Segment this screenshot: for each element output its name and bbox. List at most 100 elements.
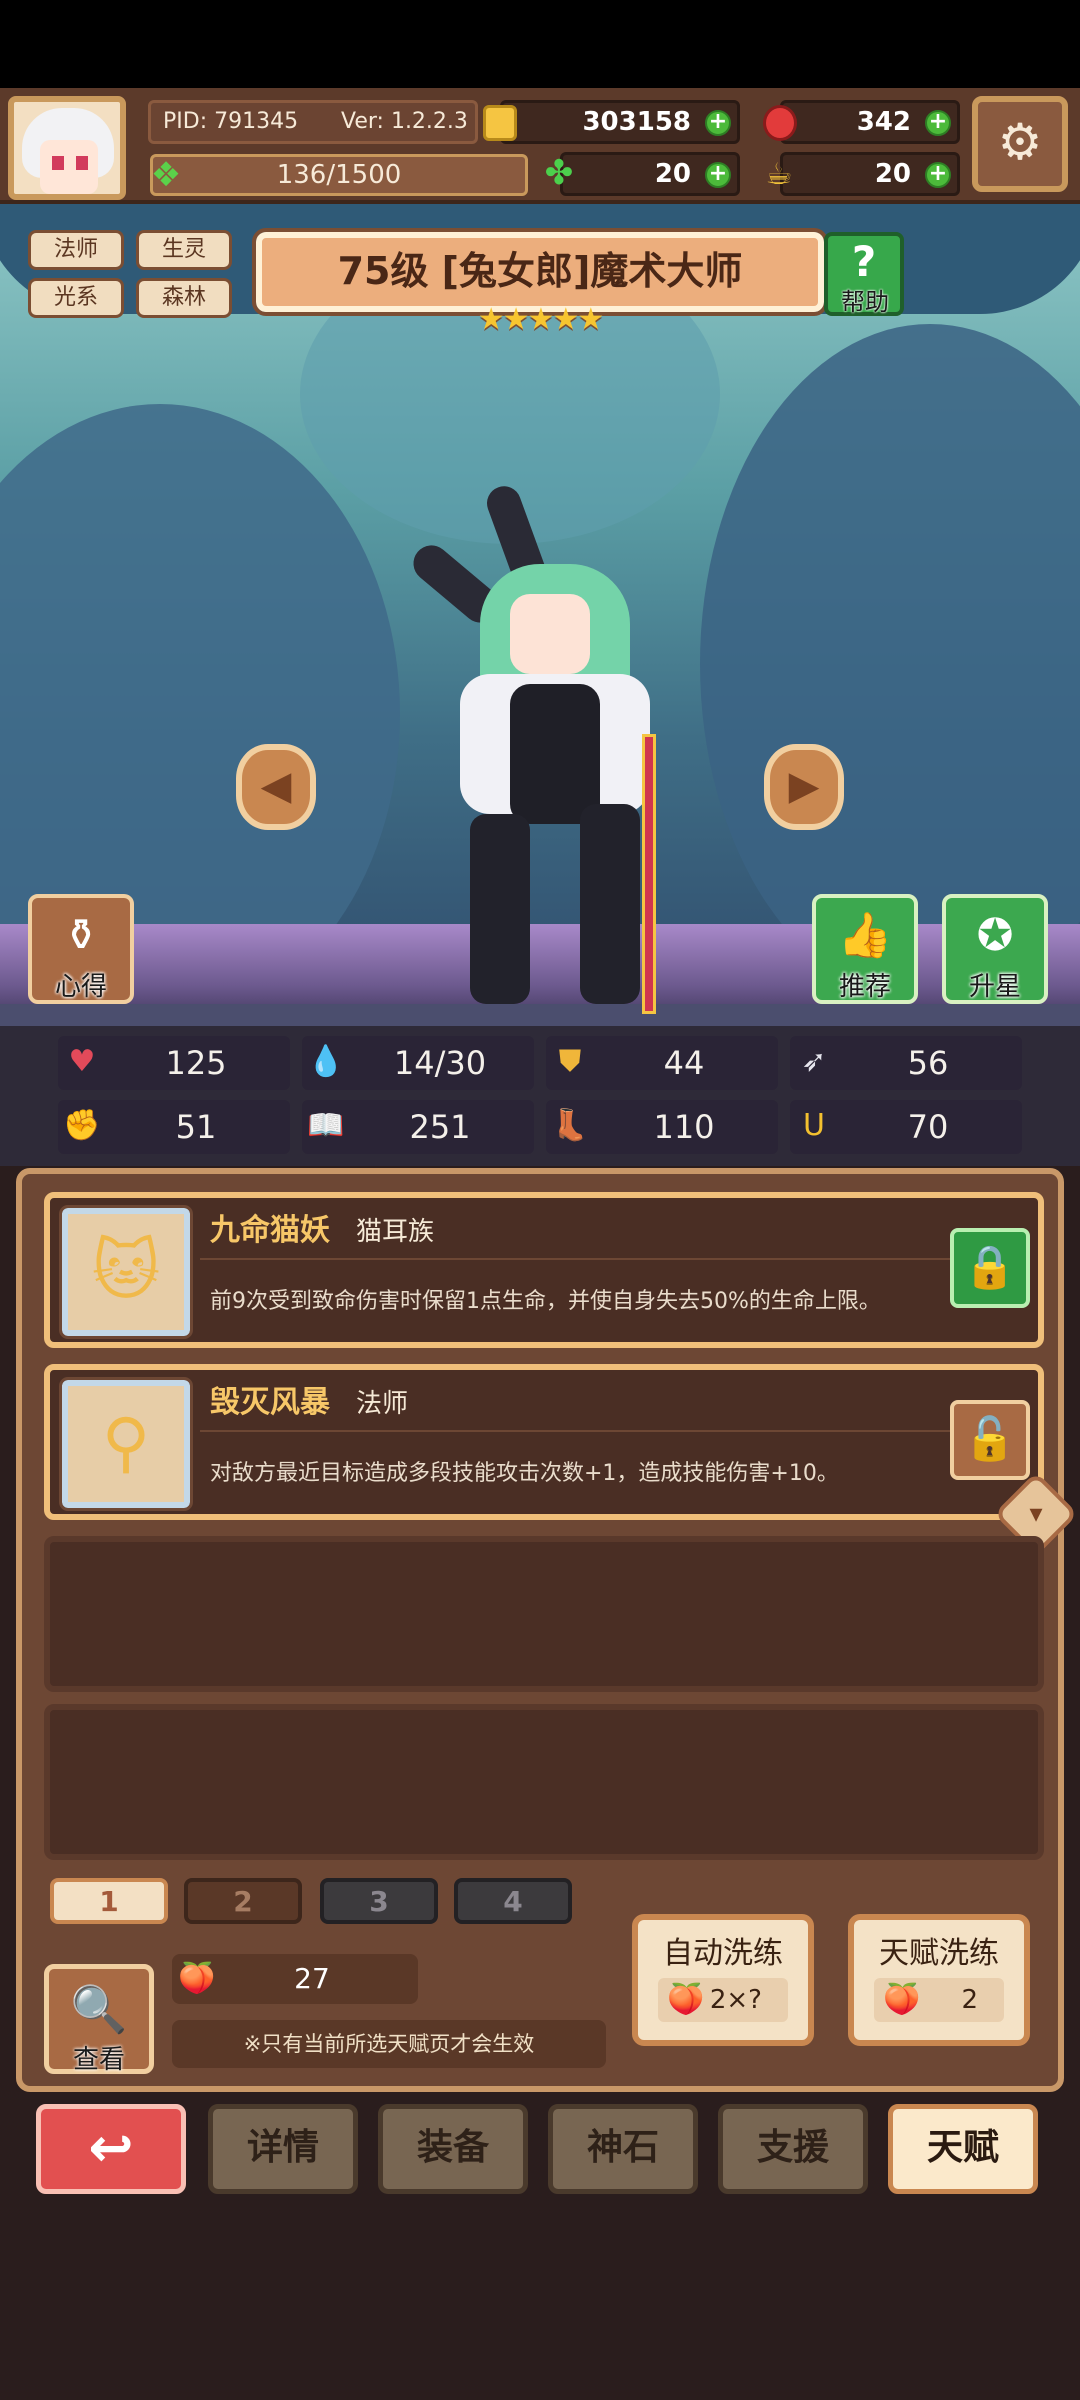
nav-equipment[interactable]: 装备 [378,2104,528,2194]
nav-talent[interactable]: 天赋 [888,2104,1038,2194]
back-button[interactable]: ↩ [36,2104,186,2194]
hero-face [510,594,590,674]
talent-icon-frame: ⚲ [59,1377,193,1511]
hero-leg-right [580,804,640,1004]
xinde-label: 心得 [54,972,107,1002]
wand-icon: ⚲ [101,1404,151,1481]
clover-counter: ✤ 20 + [545,152,740,196]
stat-evasion: ➶ 56 [790,1036,1022,1090]
stat-mana: 💧 14/30 [302,1036,534,1090]
prev-hero-button[interactable]: ◀ [236,744,316,830]
stat-value: 251 [409,1108,471,1146]
add-gem-button[interactable]: + [925,110,951,136]
talent-page-tab-2[interactable]: 2 [184,1878,302,1924]
auto-refine-button[interactable]: 自动洗练 🍑 2×? [632,1914,814,2046]
talent-refine-cost: 🍑 2 [874,1978,1004,2022]
clover-value: 20 [654,159,691,189]
talent-name: 毁灭风暴 [210,1385,330,1420]
star-up-button[interactable]: ✪ 升星 [942,894,1048,1004]
auto-refine-label: 自动洗练 [663,1936,783,1971]
help-button[interactable]: ? 帮助 [824,232,904,316]
talent-panel: 🐱 九命猫妖 猫耳族 前9次受到致命伤害时保留1点生命，并使自身失去50%的生命… [16,1168,1079,2092]
player-avatar[interactable] [8,96,126,200]
gear-icon: ⚙ [997,113,1043,171]
fist-icon: ✊ [63,1108,101,1143]
clover-icon: ✤ [544,153,574,193]
lock-toggle-button[interactable]: 🔒 [950,1228,1030,1308]
recommend-button[interactable]: 👍 推荐 [812,894,918,1004]
tag-habitat: 森林 [136,278,232,318]
id-version-bar: PID: 791345 Ver: 1.2.2.3 [148,100,478,144]
chevron-right-icon: ▶ [788,763,820,809]
spellbook-icon: 📖 [307,1108,345,1143]
talent-refine-button[interactable]: 天赋洗练 🍑 2 [848,1914,1030,2046]
nav-support[interactable]: 支援 [718,2104,868,2194]
tag-element: 光系 [28,278,124,318]
add-tea-button[interactable]: + [925,162,951,188]
tea-value: 20 [874,159,911,189]
talent-divider [200,1258,970,1260]
stat-luck: Ս 70 [790,1100,1022,1154]
lock-closed-icon: 🔒 [963,1242,1017,1291]
stat-attack: ✊ 51 [58,1100,290,1154]
talent-slot-1[interactable]: 🐱 九命猫妖 猫耳族 前9次受到致命伤害时保留1点生命，并使自身失去50%的生命… [44,1192,1044,1348]
bottom-nav: ↩ 详情 装备 神石 支援 天赋 [0,2092,1080,2204]
tea-counter: ☕ 20 + [766,152,960,196]
fruit-icon: 🍑 [178,1961,216,1996]
talent-page-tab-1[interactable]: 1 [50,1878,168,1924]
gold-coin-icon [483,105,517,141]
talent-slot-2[interactable]: ⚲ 毁灭风暴 法师 对敌方最近目标造成多段技能攻击次数+1，造成技能伤害+10。… [44,1364,1044,1520]
jar-icon: ⚱ [62,910,100,961]
talent-refine-label: 天赋洗练 [879,1936,999,1971]
stat-value: 56 [907,1044,949,1082]
hero-title: 75级 [兔女郎]魔术大师 [252,228,828,316]
page-note: ※只有当前所选天赋页才会生效 [172,2020,606,2068]
talent-page-tab-4[interactable]: 4 [454,1878,572,1924]
nav-godstone[interactable]: 神石 [548,2104,698,2194]
fruit-count: 27 [294,1962,330,1995]
star-up-label: 升星 [968,972,1021,1002]
gem-counter: 342 + [763,100,960,144]
wing-icon: ➶ [801,1044,827,1079]
lock-open-icon: 🔓 [963,1414,1017,1463]
teapot-icon: ☕ [765,157,793,192]
chevron-left-icon: ◀ [260,763,292,809]
tag-race: 生灵 [136,230,232,270]
question-icon: ? [851,237,877,286]
hero-leg-left [470,814,530,1004]
game-version: Ver: 1.2.2.3 [341,109,468,134]
recommend-label: 推荐 [838,972,891,1002]
stat-defense: ⛊ 44 [546,1036,778,1090]
stat-value: 70 [907,1108,949,1146]
talent-slot-4-empty [44,1704,1044,1860]
talent-type: 法师 [356,1389,409,1419]
auto-refine-cost: 🍑 2×? [658,1978,788,2022]
energy-leaf-icon: ❖ [150,155,182,195]
xinde-button[interactable]: ⚱ 心得 [28,894,134,1004]
heart-icon: ♥ [68,1044,96,1079]
stat-hp: ♥ 125 [58,1036,290,1090]
hero-character-sprite[interactable] [406,474,680,1014]
add-clover-button[interactable]: + [705,162,731,188]
gold-counter: 303158 + [483,100,740,144]
talent-page-tab-3[interactable]: 3 [320,1878,438,1924]
talent-icon-frame: 🐱 [59,1205,193,1339]
red-gem-icon [763,105,797,141]
talent-type: 猫耳族 [356,1217,435,1247]
hero-stars: ★★★★★ [477,302,604,337]
nav-details[interactable]: 详情 [208,2104,358,2194]
settings-button[interactable]: ⚙ [972,96,1068,192]
add-gold-button[interactable]: + [705,110,731,136]
talent-name: 九命猫妖 [210,1213,330,1248]
view-button[interactable]: 🔍 查看 [44,1964,154,2075]
energy-bar: ❖ 136/1500 [150,154,528,196]
talent-refine-cost-value: 2 [961,1985,978,2015]
energy-value: 136/1500 [276,160,402,190]
mana-drop-icon: 💧 [307,1044,345,1079]
next-hero-button[interactable]: ▶ [764,744,844,830]
cat-face-icon: 🐱 [91,1232,161,1309]
lock-toggle-button[interactable]: 🔓 [950,1400,1030,1480]
avatar-face [40,140,98,194]
view-label: 查看 [72,2045,125,2075]
gem-value: 342 [856,107,911,137]
